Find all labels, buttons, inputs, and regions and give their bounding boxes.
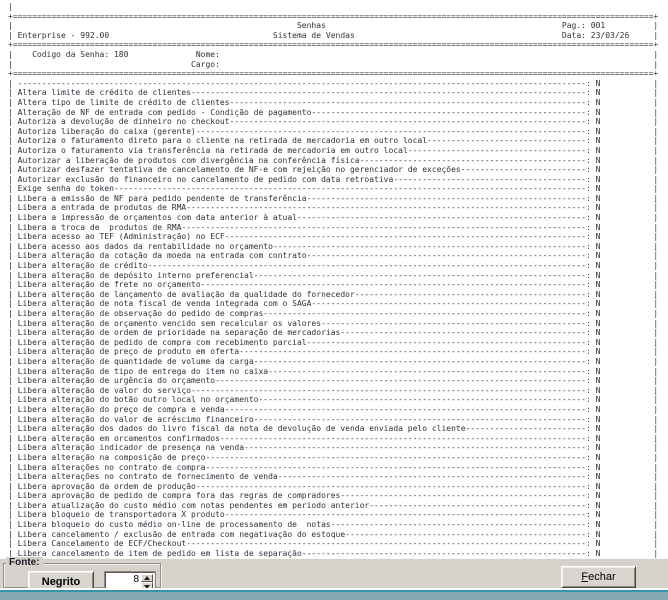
permission-row: | Libera alteração indicador de presença… xyxy=(8,443,668,453)
permission-row: | Libera aprovação da ordem de produção-… xyxy=(8,482,668,492)
permission-row: | Libera alteração de preço de produto e… xyxy=(8,347,668,357)
permission-row: | Libera a emissão de NF para pedido pen… xyxy=(8,194,668,204)
permission-row: | Autoriza o faturamento direto para o c… xyxy=(8,136,668,146)
permission-row: | Libera alteração de ordem de prioridad… xyxy=(8,328,668,338)
permission-row: | Libera a entrada de produtos de RMA---… xyxy=(8,203,668,213)
permission-row: | Libera alteração dos dados do livro fi… xyxy=(8,424,668,434)
permission-row: | Autorizar a liberação de produtos com … xyxy=(8,156,668,166)
permission-row: | --------------------------------------… xyxy=(8,79,668,89)
permission-row: | Libera alteração de pedido de compra c… xyxy=(8,338,668,348)
report-cargo-row: | Cargo: | xyxy=(8,60,668,70)
permission-row: | Autoriza liberação do caixa (gerente)-… xyxy=(8,127,668,137)
permission-row: | Libera alteração de crédito-----------… xyxy=(8,261,668,271)
fechar-button[interactable]: Fechar xyxy=(561,566,636,588)
permission-row: | Libera aprovação de pedido de compra f… xyxy=(8,491,668,501)
report-border: +=======================================… xyxy=(8,69,668,79)
permission-row: | Libera bloqueio de transportadora X pr… xyxy=(8,510,668,520)
window-bottom-edge xyxy=(0,592,668,600)
permission-row: | Libera acesso aos dados da rentabilida… xyxy=(8,242,668,252)
spin-up-button[interactable] xyxy=(141,574,153,582)
report-subtitle-row: | Enterprise - 992.00 Sistema de Vendas … xyxy=(8,31,668,41)
permission-row: | Libera alteração de frete no orçamento… xyxy=(8,280,668,290)
senhas-report: |+======================================… xyxy=(0,0,668,558)
clipped-line-fragment: | xyxy=(8,2,668,12)
permission-row: | Libera alteração de urgência do orçame… xyxy=(8,376,668,386)
permission-row: | Libera acesso ao TEF (Administração) n… xyxy=(8,232,668,242)
report-title-row: | Senhas Pag.: 001 | xyxy=(8,21,668,31)
permission-row: | Libera alteração do preço de compra e … xyxy=(8,405,668,415)
report-border: +=======================================… xyxy=(8,12,668,22)
permission-row: | Libera alteração de orçamento vencido … xyxy=(8,319,668,329)
fonte-label: Fonte: xyxy=(6,557,43,568)
report-border: +=======================================… xyxy=(8,40,668,50)
permission-row: | Libera alteração de depósito interno p… xyxy=(8,271,668,281)
permission-row: | Libera a impressão de orçamentos com d… xyxy=(8,213,668,223)
permission-row: | Libera atualização do custo médio com … xyxy=(8,501,668,511)
permission-row: | Exige senha do token------------------… xyxy=(8,184,668,194)
report-code-row: | Codigo da Senha: 180 Nome: | xyxy=(8,50,668,60)
permission-row: | Libera alteração da cotação da moeda n… xyxy=(8,251,668,261)
permission-row: | Autorizar exclusão do financeiro no ca… xyxy=(8,175,668,185)
permission-row: | Libera alteração de nota fiscal de ven… xyxy=(8,299,668,309)
permission-row: | Libera a troca de produtos de RMA-----… xyxy=(8,223,668,233)
permission-row: | Libera alteração de quantidade de volu… xyxy=(8,357,668,367)
permission-row: | Libera Cancelamento de ECF/Checkout---… xyxy=(8,539,668,549)
up-arrow-icon xyxy=(144,576,150,580)
permission-row: | Autoriza o faturamento via transferênc… xyxy=(8,146,668,156)
font-size-value: 8 xyxy=(106,574,139,585)
fonte-groupbox: Fonte: Negrito 8 xyxy=(3,563,161,588)
permission-row: | Alteração de NF de entrada com pedido … xyxy=(8,108,668,118)
permission-row: | Libera alteração do valor de acréscimo… xyxy=(8,415,668,425)
permission-row: | Libera alteração na composição de preç… xyxy=(8,453,668,463)
permission-row: | Libera alteração de valor do serviço--… xyxy=(8,386,668,396)
permission-row: | Libera cancelamento de item de pedido … xyxy=(8,549,668,559)
permission-row: | Libera alterações no contrato de forne… xyxy=(8,472,668,482)
footer-toolbar: Fonte: Negrito 8 Fechar xyxy=(0,558,668,589)
permission-row: | Autorizar desfazer tentativa de cancel… xyxy=(8,165,668,175)
permission-row: | Autoriza a devolução de dinheiro no ch… xyxy=(8,117,668,127)
spinner-buttons xyxy=(141,574,153,589)
permission-row: | Libera alteração em orcamentos confirm… xyxy=(8,434,668,444)
permission-row: | Altera tipo de limite de crédito de cl… xyxy=(8,98,668,108)
permission-row: | Libera bloqueio do custo médio on-line… xyxy=(8,520,668,530)
permission-row: | Altera limite de crédito de clientes--… xyxy=(8,88,668,98)
permission-row: | Libera alteração de tipo de entrega do… xyxy=(8,367,668,377)
permission-row: | Libera alterações no contrato de compr… xyxy=(8,463,668,473)
permission-row: | Libera alteração do botão outro local … xyxy=(8,395,668,405)
permission-row: | Libera cancelamento / exclusão de entr… xyxy=(8,530,668,540)
permission-row: | Libera alteração de observação do pedi… xyxy=(8,309,668,319)
permission-row: | Libera alteração de lançamento de aval… xyxy=(8,290,668,300)
